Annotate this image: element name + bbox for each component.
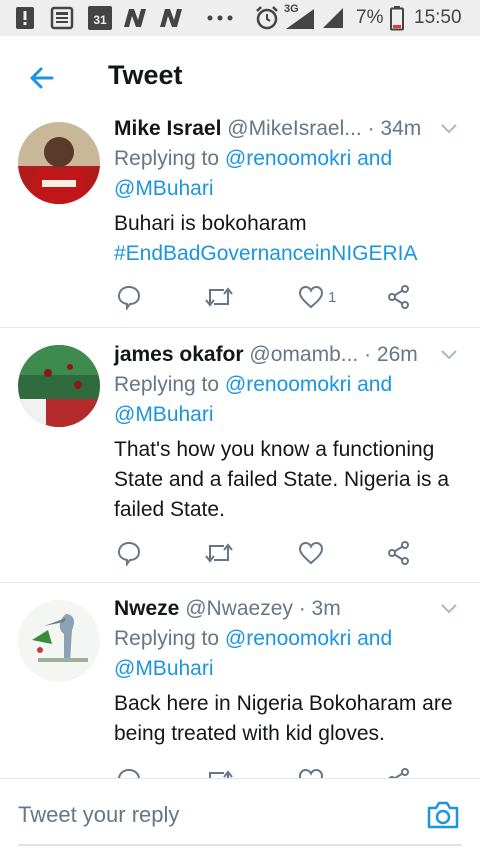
display-name[interactable]: Nweze — [114, 597, 179, 620]
divider — [0, 327, 480, 328]
replying-prefix: Replying to — [114, 373, 225, 396]
tweet-header: Mike Israel @MikeIsrael... · 34m — [114, 114, 421, 144]
alarm-icon — [254, 0, 280, 36]
replying-prefix: Replying to — [114, 627, 225, 650]
chevron-down-icon[interactable] — [440, 349, 458, 361]
share-icon[interactable] — [386, 539, 412, 567]
page-title: Tweet — [108, 60, 183, 90]
news-icon — [50, 0, 76, 36]
replying-and[interactable]: and — [351, 627, 392, 650]
avatar[interactable] — [18, 600, 100, 682]
camera-icon[interactable] — [426, 800, 460, 830]
reply-icon[interactable] — [116, 539, 142, 567]
timestamp: · 34m — [367, 117, 422, 140]
tweet-header: james okafor @omamb... · 26m — [114, 340, 418, 370]
mention-link[interactable]: @MBuhari — [114, 400, 214, 430]
display-name[interactable]: Mike Israel — [114, 117, 221, 140]
n-app-icon — [158, 0, 186, 36]
share-icon[interactable] — [386, 283, 412, 311]
chevron-down-icon[interactable] — [440, 603, 458, 615]
action-bar-partial — [0, 762, 480, 778]
like-icon — [298, 541, 324, 565]
tweet-text: failed State. — [114, 498, 225, 521]
replying-to: Replying to @renoomokri and — [114, 624, 392, 654]
user-handle[interactable]: @MikeIsrael... — [227, 117, 362, 140]
replying-and[interactable]: and — [351, 147, 392, 170]
reply-icon[interactable] — [116, 766, 142, 778]
more-icon — [206, 0, 234, 36]
tweet-text: being treated with kid gloves. — [114, 722, 385, 745]
n-app-icon — [122, 0, 150, 36]
like-count: 1 — [328, 288, 337, 306]
reply-icon[interactable] — [116, 283, 142, 311]
mention-link[interactable]: @renoomokri — [225, 373, 351, 396]
like-icon — [298, 285, 324, 309]
notification-icon — [14, 0, 36, 36]
divider — [0, 582, 480, 583]
mention-link[interactable]: @MBuhari — [114, 174, 214, 204]
battery-percent: 7% — [356, 7, 384, 28]
display-name[interactable]: james okafor — [114, 343, 244, 366]
input-underline — [18, 844, 462, 846]
back-arrow-icon[interactable] — [22, 62, 62, 94]
signal-icon: 3G — [284, 0, 318, 36]
calendar-icon: 31 — [88, 0, 112, 36]
tweet-text: Back here in Nigeria Bokoharam are — [114, 692, 453, 715]
share-icon[interactable] — [386, 766, 412, 778]
retweet-icon[interactable] — [204, 766, 234, 778]
timestamp: · 26m — [364, 343, 418, 366]
tweet-header: Nweze @Nwaezey · 3m — [114, 594, 341, 624]
calendar-day: 31 — [93, 13, 107, 27]
timestamp: · 3m — [298, 597, 341, 620]
hashtag-link[interactable]: #EndBadGovernanceinNIGERIA — [114, 239, 418, 269]
like-icon[interactable] — [298, 766, 324, 778]
chevron-down-icon[interactable] — [440, 123, 458, 135]
replying-to: Replying to @renoomokri and — [114, 144, 392, 174]
status-bar: 31 3G 7% 15:50 — [0, 0, 480, 36]
like-button[interactable]: 1 — [298, 283, 336, 311]
avatar[interactable] — [18, 122, 100, 204]
retweet-icon[interactable] — [204, 283, 234, 311]
reply-input[interactable]: Tweet your reply — [18, 802, 179, 828]
tweet-text: That's how you know a functioning — [114, 438, 435, 461]
replying-prefix: Replying to — [114, 147, 225, 170]
clock: 15:50 — [414, 7, 462, 28]
like-button[interactable] — [298, 539, 328, 567]
divider — [0, 778, 480, 779]
retweet-icon[interactable] — [204, 539, 234, 567]
replying-to: Replying to @renoomokri and — [114, 370, 392, 400]
tweet-text: Buhari is bokoharam — [114, 212, 307, 235]
avatar[interactable] — [18, 345, 100, 427]
replying-and[interactable]: and — [351, 373, 392, 396]
reply-composer: Tweet your reply — [0, 778, 480, 854]
mention-link[interactable]: @renoomokri — [225, 627, 351, 650]
user-handle[interactable]: @omamb... — [249, 343, 358, 366]
mention-link[interactable]: @MBuhari — [114, 654, 214, 684]
mention-link[interactable]: @renoomokri — [225, 147, 351, 170]
battery-icon — [390, 0, 404, 36]
tweet-text: State and a failed State. Nigeria is a — [114, 468, 450, 491]
user-handle[interactable]: @Nwaezey — [185, 597, 293, 620]
app-bar: Tweet — [0, 36, 480, 120]
signal-icon — [322, 0, 344, 36]
